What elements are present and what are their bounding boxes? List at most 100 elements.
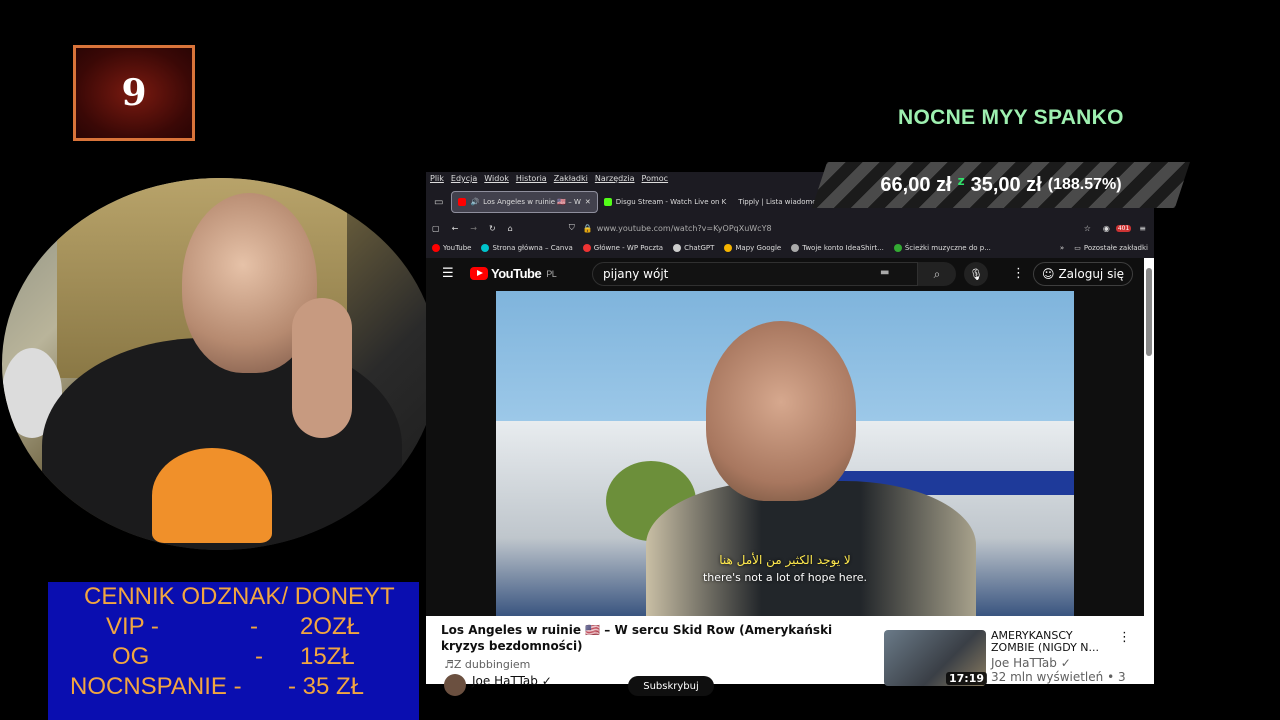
bookmark-item[interactable]: ChatGPT (673, 244, 714, 252)
goal-current: 66,00 zł (880, 173, 952, 196)
price-row-price: 15ZŁ (300, 643, 355, 670)
price-row-sep: - (250, 613, 258, 640)
related-channel[interactable]: Joe HaTTab ✓ (991, 656, 1071, 670)
menu-help[interactable]: Pomoc (642, 174, 669, 183)
browser-window: Plik Edycja Widok Historia Zakładki Narz… (426, 172, 1154, 696)
lock-icon: 🔒 (582, 223, 593, 233)
avatar[interactable] (444, 674, 466, 696)
url-bar: ▢ ← → ↻ ⌂ ⛉ 🔒 www.youtube.com/watch?v=Ky… (426, 217, 1154, 239)
youtube-icon (432, 244, 440, 252)
tab-tipply[interactable]: Tipply | Lista wiadomo (732, 192, 822, 212)
sidebar-icon[interactable]: ▢ (426, 224, 446, 233)
close-tab-icon[interactable]: ✕ (585, 198, 591, 206)
youtube-header: ☰ YouTube PL pijany wójt ▬ ⌕ 🎙 ⋮ ☺ Zalog… (426, 258, 1144, 290)
microphone-icon: 🎙 (969, 267, 983, 281)
globe-icon (791, 244, 800, 252)
back-icon[interactable]: ← (446, 224, 465, 233)
stream-title: NOCNE MYY SPANKO (898, 106, 1124, 129)
other-bookmarks[interactable]: ▭ Pozostałe zakładki (1074, 244, 1154, 252)
account-icon[interactable]: ◉ (1097, 224, 1116, 233)
speaker-icon: 🔊 (470, 198, 480, 206)
menu-bar: Plik Edycja Widok Historia Zakładki Narz… (430, 174, 668, 183)
price-row-sep: - (255, 643, 263, 670)
price-list-heading: CENNIK ODZNAK/ DONEYT (84, 583, 395, 610)
menu-edit[interactable]: Edycja (451, 174, 477, 183)
youtube-logo[interactable]: YouTube PL (470, 266, 557, 281)
search-button[interactable]: ⌕ (918, 262, 956, 286)
more-options-icon[interactable]: ⋮ (1012, 266, 1025, 281)
level-badge: 9 (73, 45, 195, 141)
webcam-person-hand (292, 298, 352, 438)
bookmark-item[interactable]: YouTube (432, 244, 471, 252)
bookmarks-bar: YouTube Strona główna – Canva Główne - W… (426, 240, 1154, 256)
tab-label: Tipply | Lista wiadomo (738, 198, 817, 206)
scrollbar-thumb[interactable] (1146, 268, 1152, 356)
menu-file[interactable]: Plik (430, 174, 444, 183)
shield-icon[interactable]: ⛉ (519, 223, 579, 233)
hamburger-icon[interactable]: ☰ (442, 266, 454, 281)
related-views: 32 mln wyświetleń • 3 (991, 670, 1126, 684)
subtitle-english: there's not a lot of hope here. (702, 571, 868, 584)
tab-stream[interactable]: Disgu Stream - Watch Live on K (598, 192, 732, 212)
youtube-favicon-icon (458, 198, 467, 206)
menu-bookmarks[interactable]: Zakładki (554, 174, 588, 183)
related-title[interactable]: AMERYKANSCY ZOMBIE (NIGDY N... (991, 630, 1111, 654)
price-row-name: OG (112, 643, 150, 670)
tab-youtube[interactable]: 🔊 Los Angeles w ruinie 🇺🇸 – W ✕ (451, 191, 598, 213)
bookmark-item[interactable]: Mapy Google (724, 244, 781, 252)
sign-in-label: Zaloguj się (1058, 267, 1125, 281)
forward-icon[interactable]: → (464, 224, 483, 233)
price-row-name: VIP - (106, 613, 159, 640)
video-title: Los Angeles w ruinie 🇺🇸 – W sercu Skid R… (441, 623, 833, 653)
shirt-logo (152, 448, 272, 543)
keyboard-icon[interactable]: ▬ (880, 267, 889, 278)
scrollbar[interactable] (1144, 258, 1154, 684)
menu-icon[interactable]: ≡ (1131, 224, 1154, 233)
bookmark-item[interactable]: Ścieżki muzyczne do p... (893, 244, 991, 252)
dubbing-label: ♬Z dubbingiem (444, 658, 531, 671)
video-player[interactable]: لا يوجد الكثير من الأمل هنا there's not … (496, 291, 1074, 616)
price-row-name: NOCNSPANIE - (70, 673, 242, 700)
goal-target: 35,00 zł (970, 173, 1042, 196)
price-row-sep: - 35 ZŁ (288, 673, 365, 700)
music-icon (893, 244, 902, 252)
channel-name[interactable]: Joe HaTTab ✓ (472, 674, 552, 688)
url-text[interactable]: www.youtube.com/watch?v=KyOPqXuWcY8 (597, 224, 772, 233)
menu-view[interactable]: Widok (484, 174, 509, 183)
sign-in-button[interactable]: ☺ Zaloguj się (1033, 262, 1133, 286)
tab-label: Disgu Stream - Watch Live on K (615, 198, 727, 206)
related-more-icon[interactable]: ⋮ (1118, 630, 1131, 645)
video-person-body (646, 481, 976, 616)
badge-number: 9 (121, 72, 147, 114)
search-icon: ⌕ (933, 266, 941, 281)
subscribe-button[interactable]: Subskrybuj (628, 676, 714, 696)
tab-label: Los Angeles w ruinie 🇺🇸 – W (483, 198, 581, 206)
bookmark-item[interactable]: Główne - WP Poczta (582, 244, 663, 252)
maps-icon (724, 244, 733, 252)
bookmark-item[interactable]: Strona główna – Canva (481, 244, 573, 252)
user-icon: ☺ (1041, 267, 1055, 281)
price-row-price: 2OZŁ (300, 613, 361, 640)
video-person-head (706, 321, 856, 501)
menu-history[interactable]: Historia (516, 174, 547, 183)
menu-tools[interactable]: Narzędzia (595, 174, 635, 183)
reload-icon[interactable]: ↻ (483, 224, 502, 233)
bookmark-star-icon[interactable]: ☆ (1078, 224, 1097, 233)
subtitle-arabic: لا يوجد الكثير من الأمل هنا (719, 553, 851, 567)
youtube-logo-text: YouTube (491, 266, 542, 281)
folder-icon: ▭ (1074, 244, 1081, 252)
bookmark-item[interactable]: Twoje konto IdeaShirt... (791, 244, 884, 252)
webcam-feed (2, 178, 438, 550)
extension-badge[interactable]: 401 (1115, 224, 1132, 232)
region-code: PL (546, 268, 557, 279)
kick-favicon-icon (603, 198, 612, 206)
voice-search-button[interactable]: 🎙 (964, 262, 988, 286)
canva-icon (481, 244, 490, 252)
youtube-page: ☰ YouTube PL pijany wójt ▬ ⌕ 🎙 ⋮ ☺ Zalog… (426, 258, 1144, 696)
youtube-play-icon (470, 267, 488, 280)
tab-list-icon[interactable]: ▭ (426, 197, 451, 208)
chatgpt-icon (673, 244, 682, 252)
search-input[interactable]: pijany wójt (592, 262, 918, 286)
home-icon[interactable]: ⌂ (502, 224, 519, 233)
chevron-right-icon[interactable]: » (1060, 244, 1064, 252)
